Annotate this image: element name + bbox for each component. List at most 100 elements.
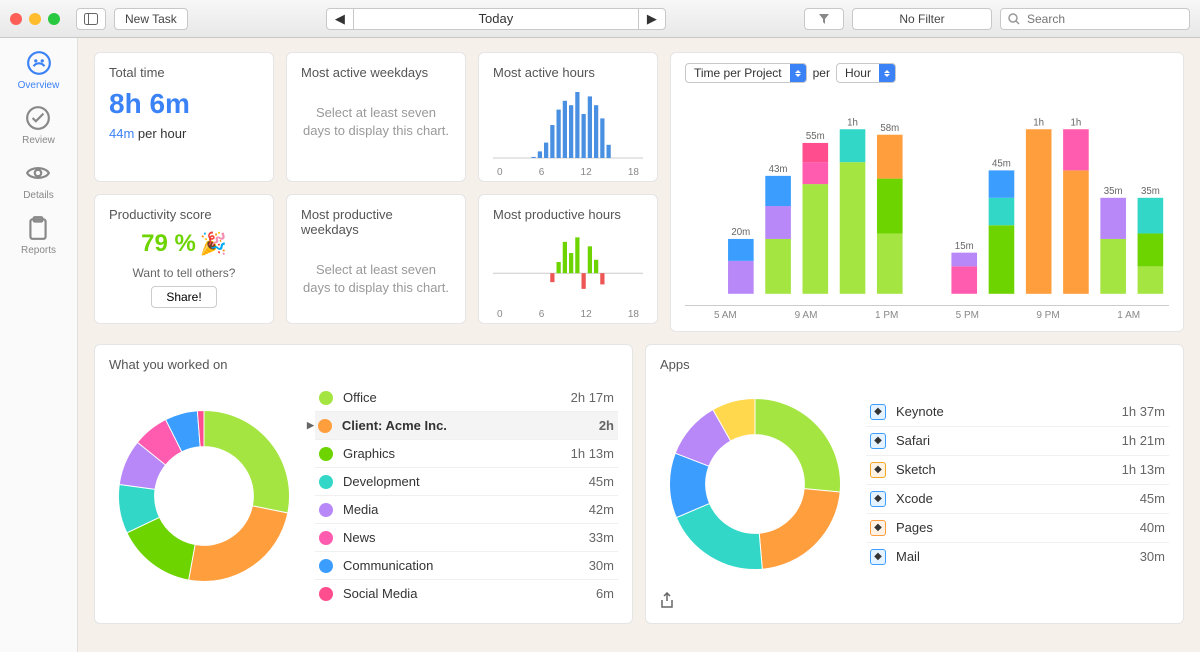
minimize-window-icon[interactable] <box>29 13 41 25</box>
color-dot-icon <box>319 447 333 461</box>
search-field[interactable] <box>1000 8 1190 30</box>
legend-name: Xcode <box>896 491 1140 506</box>
apps-donut-chart <box>660 389 850 579</box>
svg-text:58m: 58m <box>880 123 899 134</box>
eye-icon <box>25 160 51 186</box>
sidebar-item-details[interactable]: Details <box>23 160 54 201</box>
app-icon: ◆ <box>870 491 886 507</box>
new-task-button[interactable]: New Task <box>114 8 188 30</box>
color-dot-icon <box>319 587 333 601</box>
legend-row[interactable]: ◆ Xcode45m <box>866 485 1169 514</box>
legend-row[interactable]: Communication30m <box>315 552 618 580</box>
color-dot-icon <box>319 559 333 573</box>
color-dot-icon <box>319 503 333 517</box>
legend-name: Graphics <box>343 446 571 461</box>
legend-value: 2h <box>599 418 614 433</box>
time-per-project-chart: 20m43m55m1h58m15m45m1h1h35m35m <box>685 89 1169 305</box>
color-dot-icon <box>318 419 332 433</box>
legend-row[interactable]: Social Media6m <box>315 580 618 607</box>
date-label[interactable]: Today <box>354 8 638 30</box>
legend-row[interactable]: Client: Acme Inc.2h <box>315 412 618 440</box>
chart-placeholder: Select at least seven days to display th… <box>301 104 451 140</box>
productive-weekdays-card: Most productive weekdays Select at least… <box>286 194 466 324</box>
card-title: Most active hours <box>493 65 643 80</box>
time-per-project-card: Time per Project per Hour 20m43m55m1h58m… <box>670 52 1184 332</box>
legend-row[interactable]: ◆Pages40m <box>866 514 1169 543</box>
gauge-icon <box>26 50 52 76</box>
legend-name: Development <box>343 474 589 489</box>
legend-value: 42m <box>589 502 614 517</box>
card-title: Most productive weekdays <box>301 207 451 237</box>
share-button[interactable]: Share! <box>151 286 216 308</box>
color-dot-icon <box>319 391 333 405</box>
metric-select[interactable]: Time per Project <box>685 63 807 83</box>
app-icon: ◆ <box>870 549 886 565</box>
card-title: Most active weekdays <box>301 65 451 80</box>
prev-day-button[interactable]: ◀ <box>326 8 354 30</box>
total-time-card: Total time 8h 6m 44m per hour <box>94 52 274 182</box>
svg-text:1h: 1h <box>1033 117 1044 128</box>
legend-name: Media <box>343 502 589 517</box>
app-icon: ◆ <box>870 462 886 478</box>
sidebar-toggle-button[interactable] <box>76 8 106 30</box>
per-label: per <box>813 66 830 80</box>
legend-value: 45m <box>589 474 614 489</box>
legend-value: 2h 17m <box>571 390 614 405</box>
legend-value: 30m <box>589 558 614 573</box>
apps-card: Apps ◆Keynote1h 37m◆Safari1h 21m◆Sketch1… <box>645 344 1184 624</box>
sidebar-item-reports[interactable]: Reports <box>21 215 56 256</box>
productive-hours-card: Most productive hours 061218 <box>478 194 658 324</box>
legend-row[interactable]: ◆Keynote1h 37m <box>866 398 1169 427</box>
legend-value: 45m <box>1140 491 1165 506</box>
legend-value: 40m <box>1140 520 1165 535</box>
worked-legend: Office2h 17mClient: Acme Inc.2hGraphics1… <box>315 384 618 607</box>
app-icon: ◆ <box>870 433 886 449</box>
worked-on-card: What you worked on Office2h 17mClient: A… <box>94 344 633 624</box>
productivity-score-card: Productivity score 79 % 🎉 Want to tell o… <box>94 194 274 324</box>
legend-name: Office <box>343 390 571 405</box>
legend-name: Communication <box>343 558 589 573</box>
svg-text:35m: 35m <box>1141 186 1160 197</box>
hours-axis: 5 AM9 AM1 PM5 PM9 PM1 AM <box>685 305 1169 321</box>
legend-row[interactable]: News33m <box>315 524 618 552</box>
legend-value: 6m <box>596 586 614 601</box>
svg-text:45m: 45m <box>992 159 1011 170</box>
sidebar-item-review[interactable]: Review <box>22 105 55 146</box>
card-title: Most productive hours <box>493 207 643 222</box>
legend-name: Social Media <box>343 586 596 601</box>
card-title: Apps <box>660 357 1169 372</box>
legend-row[interactable]: ◆Safari1h 21m <box>866 427 1169 456</box>
legend-value: 1h 13m <box>571 446 614 461</box>
legend-row[interactable]: Office2h 17m <box>315 384 618 412</box>
sidebar-item-overview[interactable]: Overview <box>18 50 60 91</box>
granularity-select[interactable]: Hour <box>836 63 896 83</box>
worked-donut-chart <box>109 401 299 591</box>
legend-name: Client: Acme Inc. <box>342 418 599 433</box>
active-weekdays-card: Most active weekdays Select at least sev… <box>286 52 466 182</box>
legend-row[interactable]: Graphics1h 13m <box>315 440 618 468</box>
filter-button[interactable] <box>804 8 844 30</box>
total-time-sub: 44m per hour <box>109 126 259 141</box>
axis-labels: 061218 <box>493 309 643 320</box>
share-prompt: Want to tell others? <box>109 266 259 280</box>
legend-row[interactable]: ◆Sketch1h 13m <box>866 456 1169 485</box>
filter-label-button[interactable]: No Filter <box>852 8 992 30</box>
maximize-window-icon[interactable] <box>48 13 60 25</box>
chevron-updown-icon <box>790 64 806 82</box>
checkmark-circle-icon <box>25 105 51 131</box>
color-dot-icon <box>319 531 333 545</box>
legend-row[interactable]: ◆Mail30m <box>866 543 1169 571</box>
close-window-icon[interactable] <box>10 13 22 25</box>
color-dot-icon <box>319 475 333 489</box>
legend-row[interactable]: Media42m <box>315 496 618 524</box>
search-input[interactable] <box>1000 8 1190 30</box>
chart-placeholder: Select at least seven days to display th… <box>301 261 451 297</box>
share-icon[interactable] <box>660 592 674 611</box>
legend-value: 33m <box>589 530 614 545</box>
next-day-button[interactable]: ▶ <box>638 8 666 30</box>
clipboard-icon <box>25 215 51 241</box>
titlebar: New Task ◀ Today ▶ No Filter <box>0 0 1200 38</box>
legend-value: 30m <box>1140 549 1165 564</box>
legend-row[interactable]: Development45m <box>315 468 618 496</box>
legend-value: 1h 21m <box>1122 433 1165 448</box>
